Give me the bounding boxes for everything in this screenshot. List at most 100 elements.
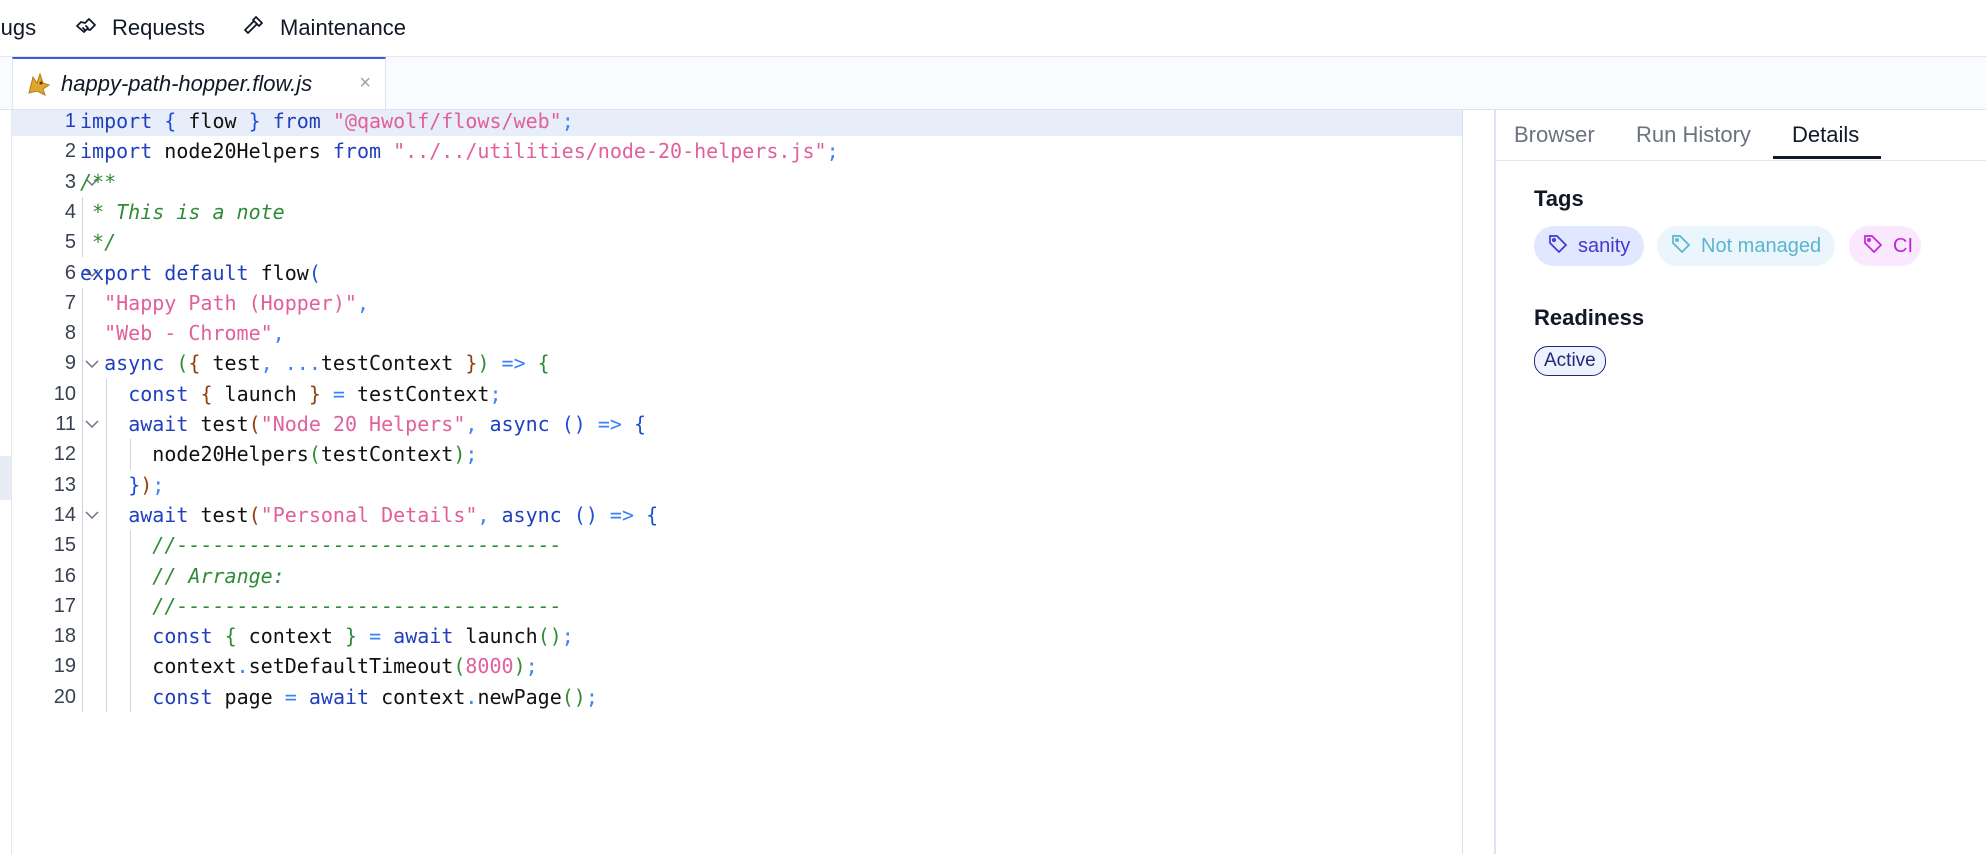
readiness-title: Readiness (1534, 305, 1645, 330)
line-number: 10 (53, 382, 76, 405)
code-text: //-------------------------------- (152, 533, 562, 558)
handshake-icon (74, 13, 112, 43)
nav-item-label: Maintenance (280, 15, 406, 40)
code-line[interactable]: 16 // Arrange: (12, 561, 1494, 591)
tag-chip-not-managed[interactable]: Not managed (1657, 226, 1835, 266)
file-tab[interactable]: happy-path-hopper.flow.js × (12, 57, 386, 109)
code-line[interactable]: 17 //-------------------------------- (12, 591, 1494, 621)
code-text: const { launch } = testContext; (128, 381, 502, 406)
code-text: "Happy Path (Hopper)", (104, 290, 370, 315)
tab-details[interactable]: Details (1792, 110, 1859, 160)
code-line[interactable]: 1 import { flow } from "@qawolf/flows/web… (12, 110, 1494, 137)
line-number: 12 (53, 443, 76, 466)
code-line[interactable]: 3/** (12, 167, 1494, 197)
line-number: 11 (55, 413, 76, 435)
code-line[interactable]: 19 context.setDefaultTimeout(8000); (12, 651, 1494, 681)
code-line[interactable]: 4 * This is a note (12, 197, 1494, 227)
fold-chevron-icon[interactable] (84, 416, 100, 432)
fold-chevron-icon[interactable] (84, 356, 100, 372)
code-text: "Web - Chrome", (104, 321, 285, 346)
tab-browser[interactable]: Browser (1514, 110, 1595, 160)
code-text: */ (80, 230, 117, 255)
left-gutter-strip (0, 110, 12, 854)
nav-item-label: Bugs (0, 15, 37, 40)
code-line[interactable]: 15 //-------------------------------- (12, 530, 1494, 560)
line-number: 5 (64, 231, 76, 254)
nav-item-label: Requests (112, 15, 205, 40)
tag-chip-ci[interactable]: CI (1849, 226, 1921, 266)
code-text: }); (128, 472, 165, 497)
panel-tabs: Browser Run History Details (1496, 110, 1986, 161)
line-number: 3 (64, 170, 76, 193)
code-text: //-------------------------------- (152, 593, 562, 618)
code-text: /** (80, 169, 117, 194)
close-icon[interactable]: × (359, 73, 371, 93)
code-text: const page = await context.newPage(); (152, 684, 598, 709)
code-line[interactable]: 14 await test("Personal Details", async (… (12, 500, 1494, 530)
tag-label: sanity (1578, 234, 1631, 257)
line-number: 2 (64, 140, 76, 163)
code-text: node20Helpers(testContext); (152, 442, 478, 467)
code-line[interactable]: 7 "Happy Path (Hopper)", (12, 288, 1494, 318)
top-nav: Bugs Requests Maintenance (0, 0, 1986, 57)
indent-guide (82, 287, 83, 712)
tag-label: CI (1893, 234, 1913, 257)
code-text: export default flow( (80, 260, 321, 285)
line-number: 20 (53, 685, 76, 708)
code-line[interactable]: 18 const { context } = await launch(); (12, 621, 1494, 651)
line-number: 1 (64, 110, 76, 132)
code-line[interactable]: 20 const page = await context.newPage(); (12, 682, 1494, 712)
code-line[interactable]: 12 node20Helpers(testContext); (12, 439, 1494, 469)
hammer-icon (242, 13, 280, 43)
line-number: 13 (53, 473, 76, 496)
code-line[interactable]: 5 */ (12, 227, 1494, 257)
line-number: 9 (64, 352, 76, 375)
line-number: 18 (53, 625, 76, 648)
line-number: 16 (53, 564, 76, 587)
indent-guide (130, 439, 132, 470)
code-text: // Arrange: (152, 563, 285, 588)
line-number: 8 (64, 322, 76, 345)
code-line[interactable]: 13}); (12, 470, 1494, 500)
code-text: await test("Node 20 Helpers", async () =… (128, 412, 647, 436)
tab-run-history[interactable]: Run History (1636, 110, 1751, 160)
editor-scrollbar[interactable] (1462, 110, 1495, 854)
code-line[interactable]: 2 import node20Helpers from "../../utilit… (12, 136, 1494, 166)
code-text: import node20Helpers from "../../utiliti… (80, 139, 839, 164)
indent-guide (82, 196, 83, 258)
indent-guide (106, 378, 108, 712)
qawolf-logo-icon (25, 71, 51, 97)
code-text: const { context } = await launch(); (152, 624, 574, 649)
line-number: 19 (53, 655, 76, 678)
nav-item-maintenance[interactable]: Maintenance (242, 0, 406, 56)
code-line[interactable]: 11 await test("Node 20 Helpers", async ()… (12, 409, 1494, 439)
nav-item-requests[interactable]: Requests (74, 0, 205, 56)
tag-icon (1849, 233, 1893, 259)
indent-guide (130, 530, 132, 712)
gutter-marker (0, 456, 11, 500)
code-text: * This is a note (80, 199, 285, 224)
code-editor[interactable]: 1 import { flow } from "@qawolf/flows/web… (12, 110, 1494, 854)
file-tab-name: happy-path-hopper.flow.js (61, 71, 313, 96)
line-number: 4 (64, 200, 76, 223)
line-number: 17 (53, 594, 76, 617)
tags-title: Tags (1534, 186, 1584, 211)
editor-tab-bar: happy-path-hopper.flow.js × (0, 57, 1986, 110)
code-text: await test("Personal Details", async () … (128, 502, 659, 527)
code-line[interactable]: 6 export default flow( (12, 258, 1494, 288)
code-line[interactable]: 9 async ({ test, ...testContext }) => { (12, 348, 1494, 378)
line-number: 6 (64, 261, 76, 284)
nav-item-bugs[interactable]: Bugs (0, 0, 36, 56)
line-number: 7 (64, 291, 76, 314)
details-panel: Browser Run History Details Tags sanity … (1494, 110, 1986, 854)
code-line[interactable]: 8 "Web - Chrome", (12, 318, 1494, 348)
readiness-badge[interactable]: Active (1534, 346, 1606, 376)
tag-icon (1534, 233, 1578, 259)
code-text: context.setDefaultTimeout(8000); (152, 654, 538, 679)
tag-chip-sanity[interactable]: sanity (1534, 226, 1644, 266)
fold-chevron-icon[interactable] (84, 507, 100, 523)
code-text: import { flow } from "@qawolf/flows/web"… (80, 110, 574, 133)
code-line[interactable]: 10 const { launch } = testContext; (12, 379, 1494, 409)
tag-icon (1657, 233, 1701, 259)
line-number: 15 (53, 534, 76, 557)
